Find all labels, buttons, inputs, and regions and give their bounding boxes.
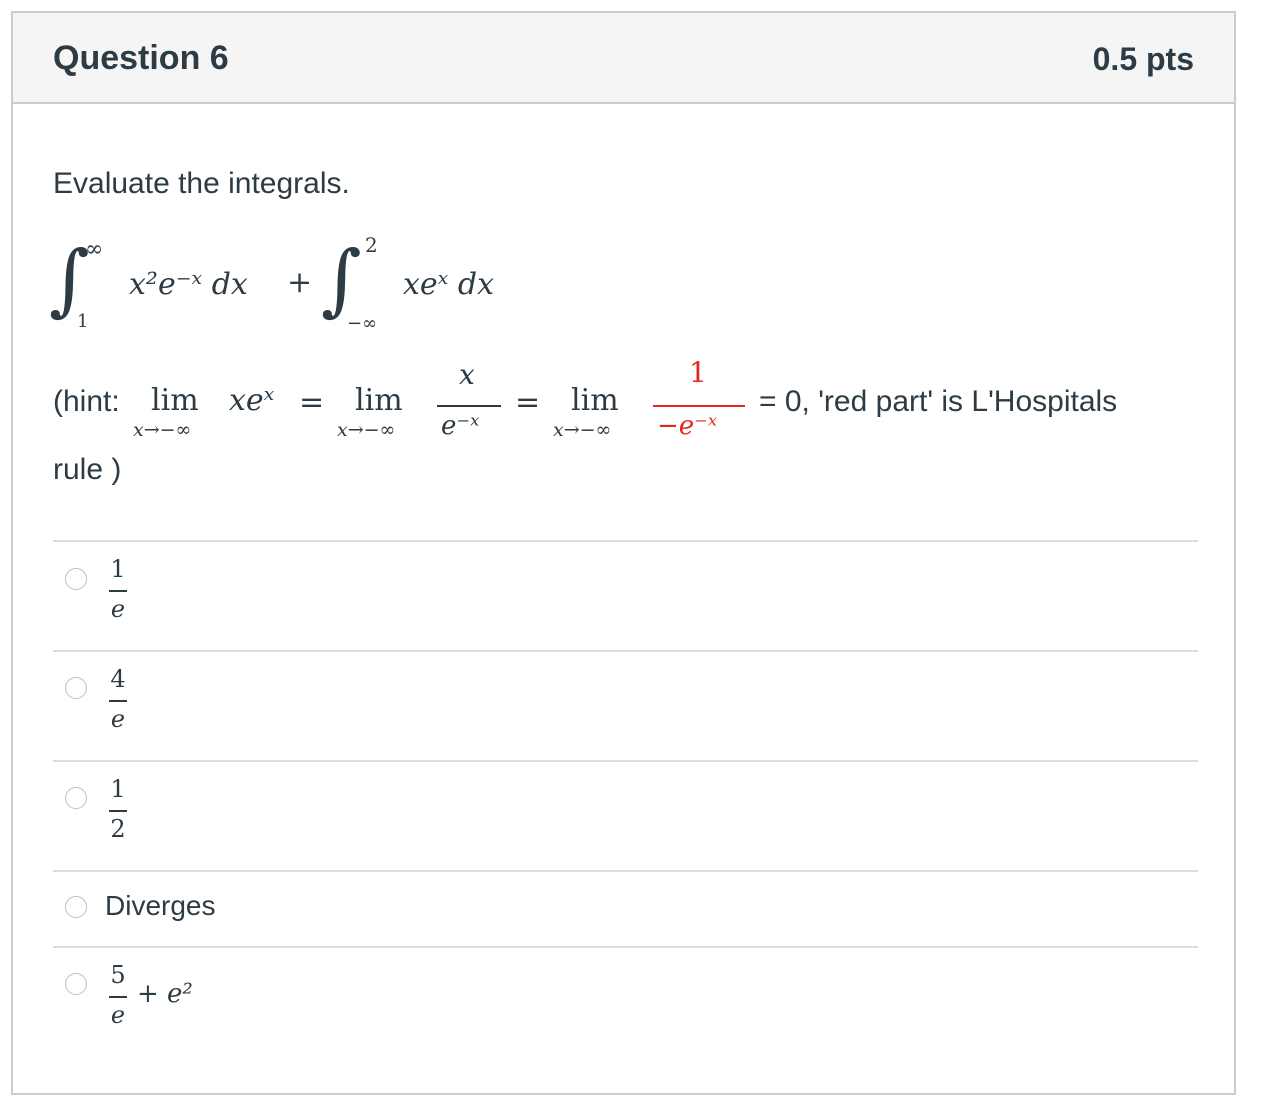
hint-frac-2-bar: [653, 405, 745, 407]
integral-2-lower: −∞: [347, 313, 378, 334]
integral-sign-2: ∫: [321, 235, 362, 325]
hint-frac-2-numerator: 1: [689, 356, 707, 389]
answer-fraction-bar: [109, 590, 127, 592]
radio-button[interactable]: [65, 896, 87, 918]
radio-button[interactable]: [65, 973, 87, 995]
integral-1-upper: ∞: [85, 237, 104, 262]
answer-text: Diverges: [105, 890, 216, 921]
radio-button[interactable]: [65, 568, 87, 590]
hint-frac-2-denominator: −e⁻ˣ: [657, 411, 718, 441]
hint-frac-1-numerator: x: [459, 358, 475, 391]
answer-suffix: + e²: [137, 979, 193, 1009]
hint-lim-2: lim: [355, 383, 403, 418]
hint-frac-1-bar: [437, 405, 501, 407]
hint-lim-1: lim: [151, 383, 199, 418]
integral-sign-1: ∫: [49, 235, 90, 325]
plus-sign: +: [287, 265, 313, 300]
integral-1-lower: 1: [77, 311, 89, 332]
integral-2-upper: 2: [365, 233, 378, 257]
answer-fraction-bar: [109, 700, 127, 702]
integral-1-integrand: x²e⁻ˣ dx: [129, 267, 248, 302]
question-points: 0.5 pts: [1092, 41, 1194, 77]
answer-fraction-bar: [109, 996, 127, 998]
question-card: Question 6 0.5 pts Evaluate the integral…: [11, 11, 1236, 1095]
answer-denominator: 2: [110, 815, 126, 843]
hint-rule: rule ): [53, 453, 122, 486]
answer-numerator: 4: [110, 665, 126, 693]
hint-tail: = 0, 'red part' is L'Hospitals: [759, 385, 1118, 418]
answer-divider: [53, 540, 1198, 542]
hint-eq-2: =: [515, 385, 541, 420]
answer-divider: [53, 870, 1198, 872]
answer-numerator: 5: [110, 961, 126, 989]
hint-frac-1-denominator: e⁻ˣ: [441, 411, 480, 441]
answer-divider: [53, 946, 1198, 948]
hint-lim-3: lim: [571, 383, 619, 418]
radio-button[interactable]: [65, 787, 87, 809]
answer-divider: [53, 760, 1198, 762]
radio-button[interactable]: [65, 677, 87, 699]
answer-denominator: e: [110, 595, 126, 623]
answer-fraction-bar: [109, 810, 127, 812]
answer-numerator: 1: [110, 775, 126, 803]
hint-open: (hint:: [53, 385, 120, 418]
answer-numerator: 1: [110, 555, 126, 583]
hint-lim-1-sub: x→−∞: [133, 419, 192, 441]
question-title: Question 6: [53, 39, 229, 77]
hint-lim-2-sub: x→−∞: [337, 419, 396, 441]
hint-eq-1: =: [299, 385, 325, 420]
answer-denominator: e: [110, 705, 126, 733]
integral-2-integrand: xeˣ dx: [403, 267, 494, 302]
answer-denominator: e: [110, 1001, 126, 1029]
hint-lim-3-sub: x→−∞: [553, 419, 612, 441]
question-header: Question 6 0.5 pts: [13, 13, 1234, 104]
hint-term-1: xeˣ: [229, 383, 275, 418]
answer-divider: [53, 650, 1198, 652]
question-prompt: Evaluate the integrals.: [53, 167, 350, 200]
